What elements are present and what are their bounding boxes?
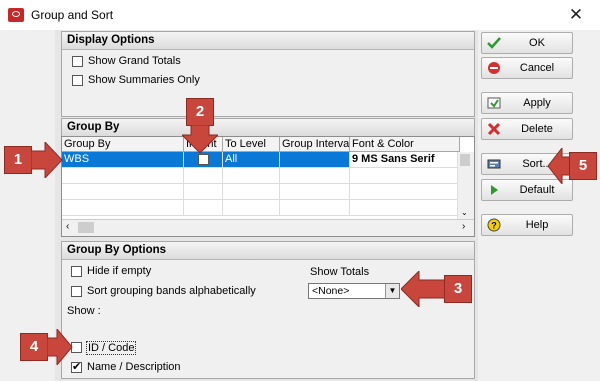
delete-icon — [487, 122, 501, 136]
callout-4: 4 — [20, 329, 73, 365]
delete-label: Delete — [521, 123, 553, 135]
callout-2: 2 — [182, 98, 218, 154]
callout-3-label: 3 — [444, 275, 472, 303]
display-options-header: Display Options — [62, 32, 474, 50]
callout-2-arrow-icon — [182, 125, 218, 153]
title-bar: Group and Sort ✕ — [0, 0, 600, 30]
hide-if-empty-label: Hide if empty — [87, 265, 152, 277]
cell-to-level[interactable]: All — [223, 152, 280, 167]
dropdown-arrow-icon[interactable]: ▼ — [385, 284, 399, 298]
indent-checkbox[interactable] — [198, 154, 209, 165]
scroll-thumb[interactable] — [460, 154, 470, 166]
show-totals-label: Show Totals — [310, 266, 370, 278]
show-summaries-only-checkbox[interactable] — [72, 75, 83, 86]
cell-indent[interactable] — [184, 152, 223, 167]
group-by-header: Group By — [62, 119, 474, 137]
apply-icon — [487, 97, 501, 109]
app-icon — [8, 8, 24, 22]
show-totals-value: <None> — [312, 285, 350, 297]
callout-3: 3 — [401, 271, 473, 307]
group-by-options-header: Group By Options — [62, 242, 474, 260]
cancel-button[interactable]: Cancel — [481, 57, 573, 79]
group-by-options-panel: Group By Options — [61, 241, 475, 379]
display-options-panel: Display Options Show Grand Totals Show S… — [61, 31, 475, 117]
show-summaries-only-label: Show Summaries Only — [88, 74, 200, 86]
callout-5: 5 — [548, 148, 597, 184]
callout-5-label: 5 — [569, 152, 597, 180]
sort-alpha-checkbox[interactable] — [71, 286, 82, 297]
show-grand-totals-label: Show Grand Totals — [88, 55, 181, 67]
sort-alpha-label: Sort grouping bands alphabetically — [87, 285, 256, 297]
show-grand-totals-checkbox[interactable] — [72, 56, 83, 67]
close-icon[interactable]: ✕ — [560, 3, 592, 27]
col-to-level[interactable]: To Level — [223, 137, 280, 152]
table-row[interactable] — [62, 168, 460, 184]
callout-4-arrow-icon — [47, 329, 73, 365]
group-by-grid[interactable]: Group By Indent To Level Group Interval … — [61, 136, 475, 237]
ok-button[interactable]: OK — [481, 32, 573, 54]
table-row[interactable]: WBS All 9 MS Sans Serif — [62, 152, 460, 168]
delete-button[interactable]: Delete — [481, 118, 573, 140]
callout-3-arrow-icon — [401, 271, 445, 307]
cell-font-color[interactable]: 9 MS Sans Serif — [350, 152, 460, 167]
apply-button[interactable]: Apply — [481, 92, 573, 114]
cancel-icon — [488, 62, 500, 74]
hscroll-thumb[interactable] — [78, 222, 94, 233]
grid-vertical-scrollbar[interactable]: ⌄ — [457, 152, 474, 222]
help-icon: ? — [487, 218, 501, 232]
cancel-label: Cancel — [519, 62, 555, 74]
cell-group-interval[interactable] — [280, 152, 350, 167]
col-group-by[interactable]: Group By — [62, 137, 184, 152]
checkmark-icon — [487, 37, 501, 49]
col-font-color[interactable]: Font & Color — [350, 137, 460, 152]
callout-1-label: 1 — [4, 146, 32, 174]
apply-label: Apply — [523, 97, 551, 109]
grid-horizontal-scrollbar[interactable]: ‹ › — [62, 219, 474, 236]
table-row[interactable] — [62, 200, 460, 216]
show-label: Show : — [67, 305, 101, 317]
cell-group-by[interactable]: WBS — [62, 152, 184, 167]
name-description-label: Name / Description — [87, 361, 181, 373]
window-title: Group and Sort — [31, 8, 114, 22]
help-label: Help — [525, 219, 549, 231]
callout-2-label: 2 — [186, 98, 214, 126]
callout-5-arrow-icon — [548, 148, 570, 184]
help-button[interactable]: ? Help — [481, 214, 573, 236]
show-totals-select[interactable]: <None> ▼ — [308, 283, 400, 299]
table-row[interactable] — [62, 184, 460, 200]
callout-1-arrow-icon — [31, 142, 63, 178]
scroll-left-icon[interactable]: ‹ — [66, 221, 69, 232]
play-icon — [491, 185, 498, 195]
ok-label: OK — [529, 37, 545, 49]
callout-1: 1 — [4, 142, 63, 178]
hide-if-empty-checkbox[interactable] — [71, 266, 82, 277]
svg-text:?: ? — [491, 221, 497, 231]
scroll-right-icon[interactable]: › — [462, 221, 465, 232]
callout-4-label: 4 — [20, 333, 48, 361]
scroll-down-icon[interactable]: ⌄ — [461, 208, 468, 217]
sort-icon — [487, 159, 501, 169]
id-code-label: ID / Code — [86, 341, 137, 355]
col-group-interval[interactable]: Group Interval — [280, 137, 350, 152]
